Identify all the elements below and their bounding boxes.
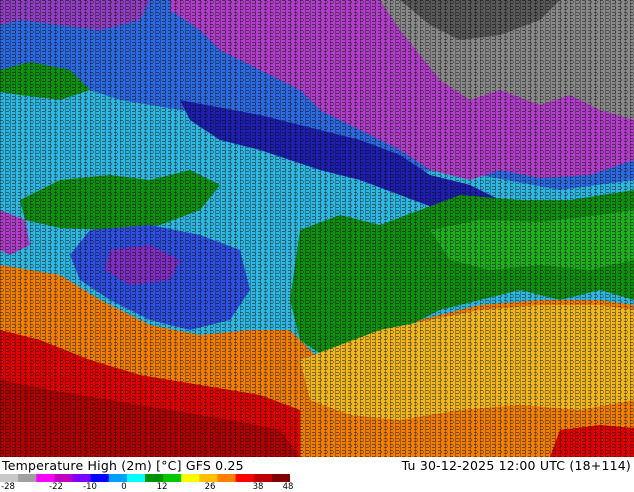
color-scale-segment [199, 474, 219, 482]
weather-map-panel: Temperature High (2m) [°C] GFS 0.25 Tu 3… [0, 0, 634, 492]
color-scale-tick-label: -22 [49, 482, 63, 492]
value-grid-overlay-lines [0, 0, 634, 457]
valid-time: Tu 30-12-2025 12:00 UTC (18+114) [401, 458, 631, 473]
color-scale-segment [90, 474, 110, 482]
color-scale-segment [181, 474, 200, 482]
color-scale-tick-label: 0 [121, 482, 127, 492]
color-scale-segment [145, 474, 164, 482]
color-scale-segment [72, 474, 92, 482]
temperature-map [0, 0, 634, 457]
color-scale-segment [108, 474, 128, 482]
color-scale-tick-label: 12 [156, 482, 168, 492]
color-scale-segment [18, 474, 37, 482]
color-scale-segment [54, 474, 74, 482]
color-scale-tick-label: -28 [1, 482, 15, 492]
color-scale-segment [217, 474, 237, 482]
color-scale-segment [235, 474, 255, 482]
color-scale-segment [126, 474, 146, 482]
color-scale-tick-label: 26 [204, 482, 216, 492]
color-scale-segment [163, 474, 182, 482]
map-title: Temperature High (2m) [°C] GFS 0.25 [2, 458, 244, 473]
color-scale-bar [0, 474, 290, 482]
color-scale-tick-label: 48 [282, 482, 294, 492]
color-scale-segment [253, 474, 273, 482]
color-scale-tick-label: 38 [252, 482, 264, 492]
color-scale-segment [36, 474, 55, 482]
color-scale-segment [0, 474, 19, 482]
color-scale-tick-label: -10 [83, 482, 97, 492]
color-scale-segment [271, 474, 290, 482]
